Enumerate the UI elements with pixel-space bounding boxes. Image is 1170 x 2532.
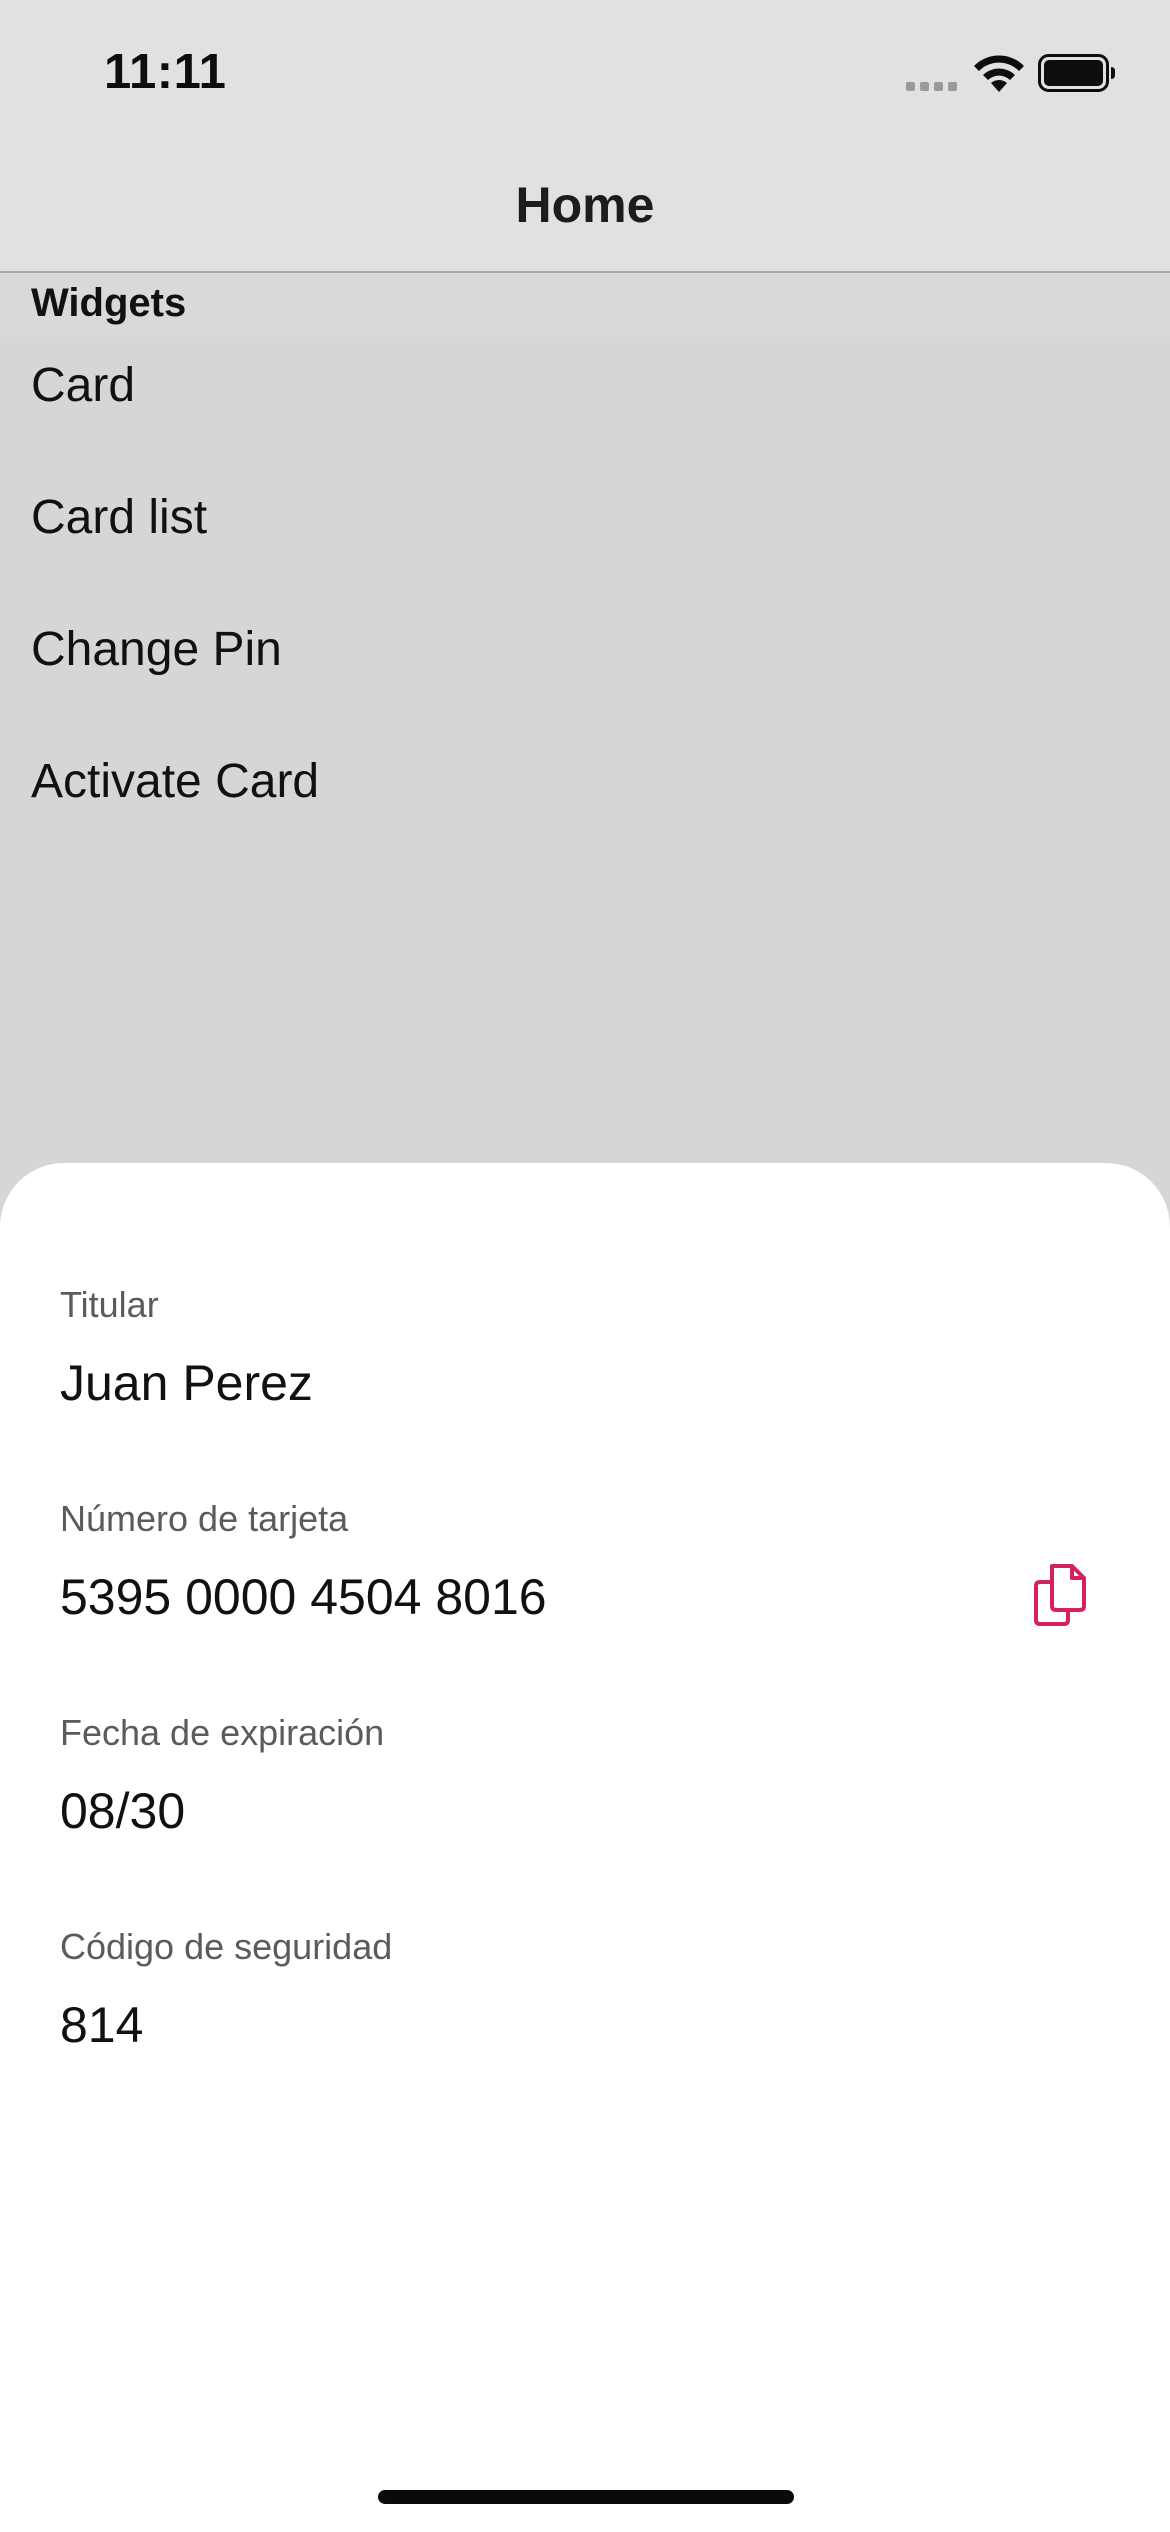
cellular-signal-icon [906,82,957,91]
list-item-label: Change Pin [31,623,282,676]
list-item-activate-card[interactable]: Activate Card [0,724,1170,856]
security-code-label: Código de seguridad [60,1926,393,1967]
security-code-value: 814 [60,1997,144,2053]
battery-icon [1038,54,1115,92]
status-time: 11:11 [104,45,227,99]
list-item-card[interactable]: Card [0,328,1170,460]
expiry-value: 08/30 [60,1783,186,1839]
copy-icon[interactable] [1026,1560,1094,1628]
page-title: Home [515,177,655,233]
section-header-label: Widgets [31,281,187,325]
card-number-label: Número de tarjeta [60,1498,349,1539]
home-indicator[interactable] [378,2490,794,2504]
card-number-value: 5395 0000 4504 8016 [60,1569,547,1625]
list-item-label: Card [31,359,136,412]
list-item-label: Activate Card [31,755,320,808]
wifi-icon [974,55,1024,92]
navigation-bar: 11:11 Home [0,0,1170,273]
list-item-change-pin[interactable]: Change Pin [0,592,1170,724]
expiry-label: Fecha de expiración [60,1712,385,1753]
holder-value: Juan Perez [60,1355,313,1411]
list-item-card-list[interactable]: Card list [0,460,1170,592]
list-item-label: Card list [31,491,208,544]
holder-label: Titular [60,1284,159,1325]
